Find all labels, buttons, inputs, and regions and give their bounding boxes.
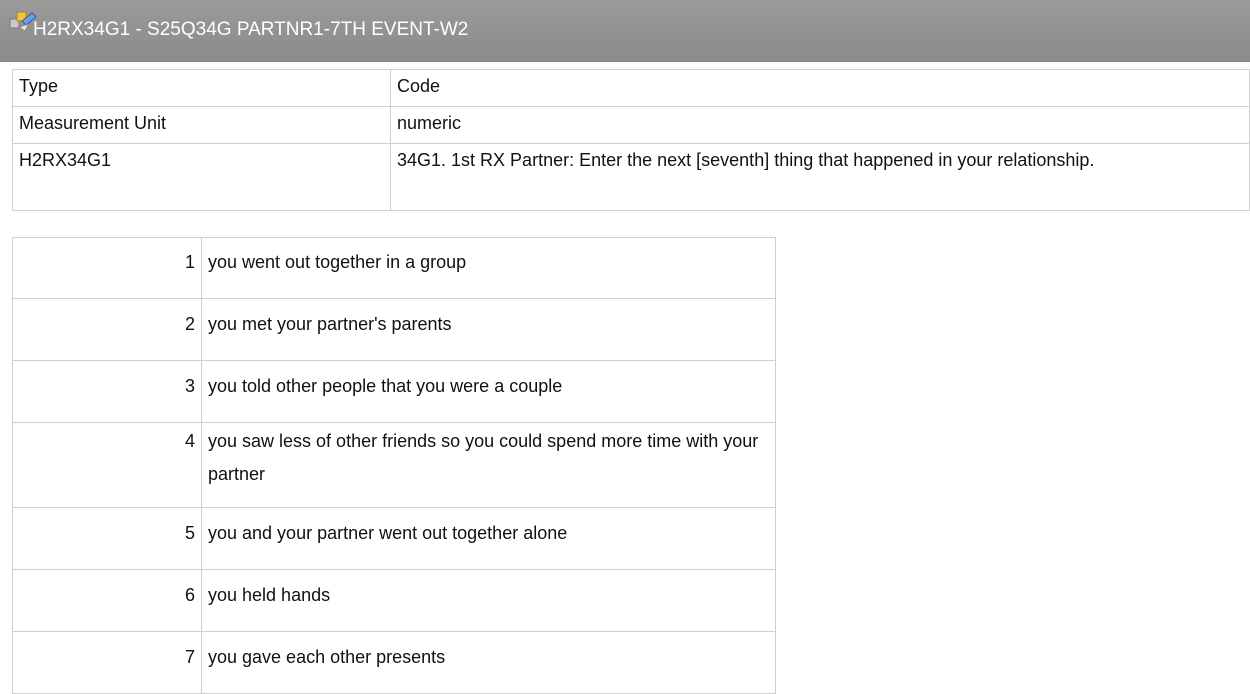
- code-value: 5: [12, 507, 202, 570]
- code-value: 4: [12, 422, 202, 508]
- table-row: 5 you and your partner went out together…: [12, 507, 776, 570]
- code-value: 1: [12, 237, 202, 299]
- meta-key-measurement-unit: Measurement Unit: [12, 106, 391, 144]
- table-row: 1 you went out together in a group: [12, 237, 776, 299]
- table-row: 3 you told other people that you were a …: [12, 360, 776, 423]
- meta-value-measurement-unit: numeric: [390, 106, 1250, 144]
- table-row: 2 you met your partner's parents: [12, 298, 776, 361]
- table-row: Type Code: [12, 69, 1250, 107]
- code-label: you went out together in a group: [201, 237, 776, 299]
- table-row: 7 you gave each other presents: [12, 631, 776, 694]
- code-label: you gave each other presents: [201, 631, 776, 694]
- code-value: 7: [12, 631, 202, 694]
- table-row: 4 you saw less of other friends so you c…: [12, 422, 776, 508]
- meta-value-question: 34G1. 1st RX Partner: Enter the next [se…: [390, 143, 1250, 211]
- table-row: Measurement Unit numeric: [12, 106, 1250, 144]
- meta-key-variable: H2RX34G1: [12, 143, 391, 211]
- code-label: you met your partner's parents: [201, 298, 776, 361]
- code-value: 6: [12, 569, 202, 632]
- code-value: 2: [12, 298, 202, 361]
- title-bar: H2RX34G1 - S25Q34G PARTNR1-7TH EVENT-W2: [0, 0, 1250, 62]
- code-label: you held hands: [201, 569, 776, 632]
- page-title: H2RX34G1 - S25Q34G PARTNR1-7TH EVENT-W2: [33, 19, 469, 40]
- table-row: 6 you held hands: [12, 569, 776, 632]
- meta-key-type: Type: [12, 69, 391, 107]
- code-label: you saw less of other friends so you cou…: [201, 422, 776, 508]
- variable-metadata-table: Type Code Measurement Unit numeric H2RX3…: [12, 69, 1250, 211]
- code-values-table: 1 you went out together in a group 2 you…: [12, 237, 776, 694]
- meta-value-type: Code: [390, 69, 1250, 107]
- code-value: 3: [12, 360, 202, 423]
- code-label: you told other people that you were a co…: [201, 360, 776, 423]
- table-row: H2RX34G1 34G1. 1st RX Partner: Enter the…: [12, 143, 1250, 211]
- code-label: you and your partner went out together a…: [201, 507, 776, 570]
